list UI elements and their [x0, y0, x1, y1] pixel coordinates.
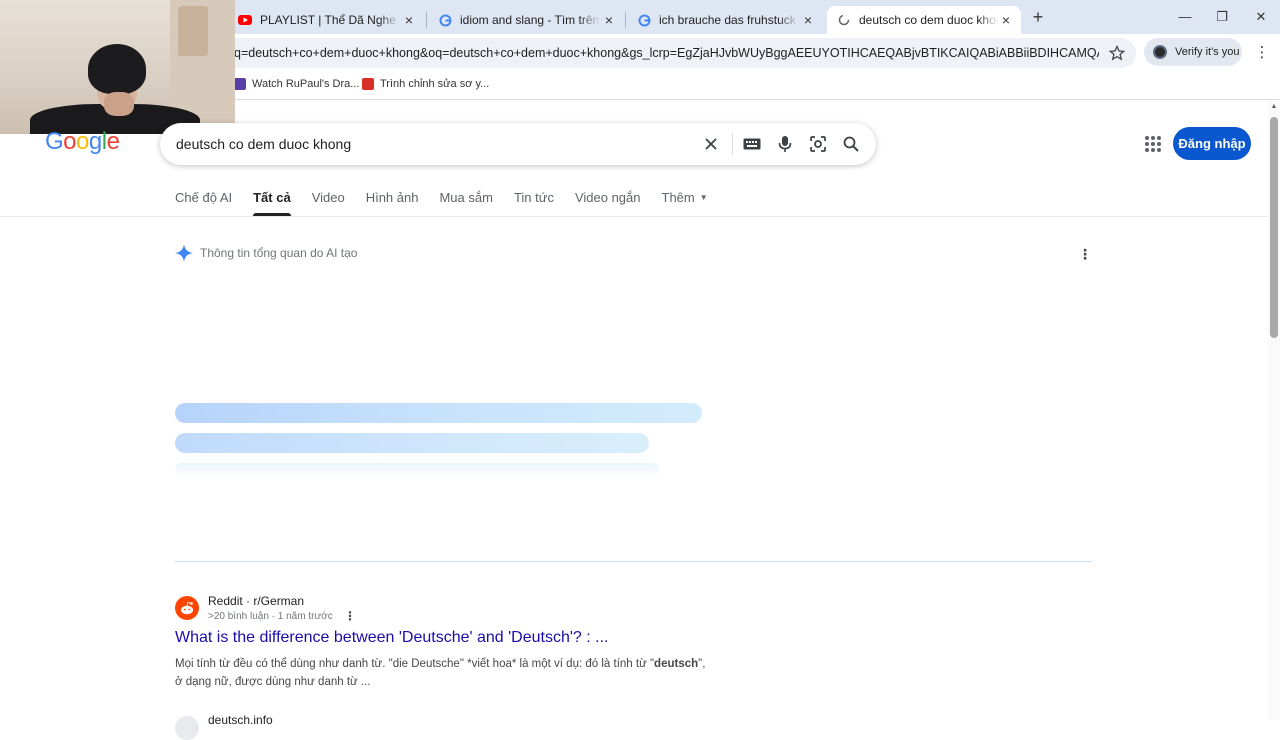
- logo-letter: o: [76, 128, 89, 155]
- browser-tab-active[interactable]: deutsch co dem duoc khong - T ×: [827, 6, 1021, 34]
- minimize-icon[interactable]: —: [1175, 8, 1195, 26]
- ai-overview-header: Thông tin tổng quan do AI tạo: [175, 244, 357, 262]
- bookmark-label: Watch RuPaul's Dra...: [252, 78, 360, 90]
- window-close-icon[interactable]: ✕: [1251, 8, 1271, 26]
- result-source[interactable]: deutsch.info: [208, 713, 273, 727]
- tab-video[interactable]: Video: [312, 190, 345, 216]
- loading-skeleton-line: [175, 433, 649, 453]
- bookmark-star-icon[interactable]: [1109, 45, 1125, 61]
- search-tabs: Chế độ AI Tất cả Video Hình ảnh Mua sắm …: [175, 190, 729, 216]
- url-text[interactable]: q=deutsch+co+dem+duoc+khong&oq=deutsch+c…: [234, 46, 1099, 60]
- google-icon: [637, 13, 651, 27]
- clear-icon[interactable]: [701, 134, 721, 154]
- ai-overview-label: Thông tin tổng quan do AI tạo: [200, 246, 358, 260]
- browser-tab-playlist[interactable]: PLAYLIST | Thể Dã Nghe Nhạc Đ ×: [228, 6, 424, 34]
- tab-label: Thêm: [661, 190, 695, 205]
- tab-label: Tất cả: [253, 190, 291, 205]
- loading-skeleton-line: [175, 403, 702, 423]
- logo-letter: e: [106, 128, 120, 155]
- logo-letter: o: [63, 128, 77, 155]
- caret-down-icon: ▼: [699, 193, 708, 202]
- scrollbar-thumb[interactable]: [1270, 117, 1278, 338]
- google-logo[interactable]: Google: [45, 128, 120, 156]
- snippet-bold-term: deutsch: [654, 658, 699, 670]
- browser-tab-fruhstuck[interactable]: ich brauche das fruhstuck zu es ×: [627, 6, 823, 34]
- bookmark-label: Trình chỉnh sửa sơ y...: [380, 78, 490, 90]
- search-box[interactable]: deutsch co dem duoc khong: [160, 123, 876, 165]
- ai-overview-more-icon[interactable]: ⋮: [1078, 245, 1092, 263]
- ai-sparkle-icon: [175, 244, 193, 262]
- browser-tab-idiom[interactable]: idiom and slang - Tìm trên Goo ×: [428, 6, 624, 34]
- tab-ai-mode[interactable]: Chế độ AI: [175, 190, 232, 216]
- ai-overview-divider: [175, 561, 1092, 562]
- tab-title: deutsch co dem duoc khong - T: [859, 13, 999, 27]
- logo-letter: G: [45, 128, 64, 155]
- close-tab-icon[interactable]: ×: [801, 13, 815, 27]
- tab-label: Chế độ AI: [175, 190, 233, 205]
- snippet-text: ",: [698, 658, 706, 670]
- bookmark-editor[interactable]: Trình chỉnh sửa sơ y...: [362, 78, 489, 90]
- google-apps-icon[interactable]: [1144, 135, 1162, 153]
- tab-all[interactable]: Tất cả: [253, 190, 291, 216]
- tab-label: Video ngắn: [574, 190, 641, 205]
- tab-label: Hình ảnh: [365, 190, 419, 205]
- avatar: [1153, 45, 1167, 59]
- webcam-person-hand: [104, 92, 134, 116]
- google-icon: [438, 13, 452, 27]
- snippet-text: ở dạng nữ, được dùng như danh từ ...: [175, 676, 371, 688]
- search-input[interactable]: deutsch co dem duoc khong: [176, 136, 351, 152]
- tab-title: ich brauche das fruhstuck zu es: [659, 13, 799, 27]
- tabs-divider: [0, 216, 1268, 217]
- tab-more[interactable]: Thêm ▼: [662, 190, 708, 216]
- bookmark-favicon-icon: [362, 78, 374, 90]
- webcam-overlay: [0, 0, 235, 134]
- reddit-icon[interactable]: [175, 596, 199, 620]
- tab-label: Mua sắm: [439, 190, 493, 205]
- close-tab-icon[interactable]: ×: [999, 13, 1013, 27]
- result-title-link[interactable]: What is the difference between 'Deutsche…: [175, 629, 609, 647]
- webcam-shelf: [178, 6, 208, 56]
- scroll-up-arrow-icon[interactable]: ▲: [1268, 103, 1280, 111]
- verify-label: Verify it's you: [1175, 46, 1240, 58]
- new-tab-button[interactable]: +: [1029, 8, 1047, 26]
- tab-title: PLAYLIST | Thể Dã Nghe Nhạc Đ: [260, 13, 400, 27]
- tab-separator: [426, 12, 427, 28]
- loading-skeleton-line: [175, 463, 659, 477]
- close-tab-icon[interactable]: ×: [602, 13, 616, 27]
- webcam-person-hair: [88, 44, 146, 94]
- loading-icon: [837, 13, 851, 27]
- search-icon[interactable]: [841, 134, 861, 154]
- close-tab-icon[interactable]: ×: [402, 13, 416, 27]
- restore-icon[interactable]: ❐: [1212, 8, 1232, 26]
- result-snippet: Mọi tính từ đều có thể dùng như danh từ.…: [175, 655, 735, 691]
- tab-shopping[interactable]: Mua sắm: [439, 190, 492, 216]
- tab-title: idiom and slang - Tìm trên Goo: [460, 13, 600, 27]
- logo-letter: g: [88, 128, 102, 155]
- bookmark-favicon-icon: [234, 78, 246, 90]
- result-source[interactable]: Reddit · r/German: [208, 594, 304, 608]
- bookmark-rupaul[interactable]: Watch RuPaul's Dra...: [234, 78, 359, 90]
- browser-menu-icon[interactable]: ⋮: [1254, 44, 1270, 62]
- sign-in-button[interactable]: Đăng nhập: [1173, 127, 1251, 160]
- address-bar[interactable]: q=deutsch+co+dem+duoc+khong&oq=deutsch+c…: [220, 38, 1136, 68]
- tab-images[interactable]: Hình ảnh: [366, 190, 419, 216]
- microphone-icon[interactable]: [775, 134, 795, 154]
- tab-label: Video: [311, 190, 345, 205]
- search-divider: [732, 133, 733, 155]
- tab-news[interactable]: Tin tức: [514, 190, 554, 216]
- result-meta: >20 bình luận · 1 năm trước: [208, 611, 333, 622]
- tab-separator: [625, 12, 626, 28]
- youtube-icon: [238, 13, 252, 27]
- tab-short-videos[interactable]: Video ngắn: [575, 190, 641, 216]
- snippet-text: Mọi tính từ đều có thể dùng như danh từ.…: [175, 658, 655, 670]
- lens-camera-icon[interactable]: [808, 134, 828, 154]
- keyboard-icon[interactable]: [742, 134, 762, 154]
- result-more-icon[interactable]: ⋮: [344, 609, 356, 623]
- verify-profile-button[interactable]: Verify it's you: [1144, 38, 1242, 66]
- tab-label: Tin tức: [513, 190, 554, 205]
